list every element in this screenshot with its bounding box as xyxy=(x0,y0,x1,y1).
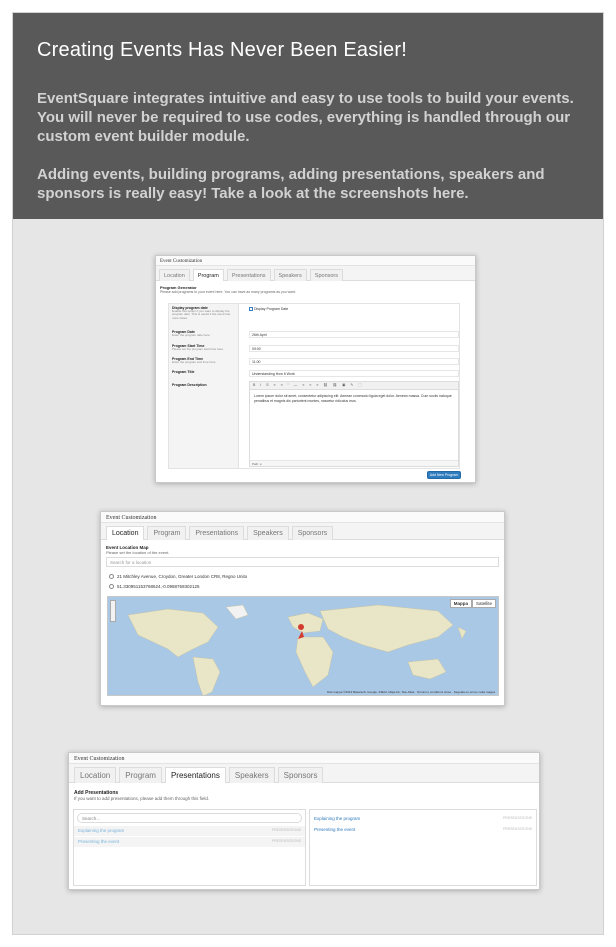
presentations-screenshot: Event Customization Location Program Pre… xyxy=(68,752,540,890)
end-time-input[interactable]: 11:00 xyxy=(249,358,459,365)
world-map-graphic xyxy=(127,604,467,695)
tab-sponsors[interactable]: Sponsors xyxy=(291,526,334,540)
tab-bar: Location Program Presentations Speakers … xyxy=(156,266,475,281)
tab-speakers[interactable]: Speakers xyxy=(228,767,275,783)
map-type-satellite-button[interactable]: Satellite xyxy=(471,599,496,608)
display-date-checkbox[interactable]: Display Program Date xyxy=(249,307,288,312)
tab-sponsors[interactable]: Sponsors xyxy=(309,269,344,281)
radio-icon[interactable] xyxy=(109,584,114,590)
page-title: Creating Events Has Never Been Easier! xyxy=(37,39,407,61)
tab-program[interactable]: Program xyxy=(147,526,187,540)
tab-presentations[interactable]: Presentations xyxy=(226,269,271,281)
radio-icon[interactable] xyxy=(109,574,114,580)
editor-content[interactable]: Lorem ipsum dolor sit amet, consectetur … xyxy=(250,390,458,407)
location-option-coordinates[interactable]: 51.33095115376862​4,-0.0988769302125 xyxy=(109,584,200,590)
checkbox-icon[interactable] xyxy=(249,307,253,312)
map-type-map-button[interactable]: Mappa xyxy=(449,599,472,608)
program-date-row: Program Date Enter the program date here… xyxy=(172,330,211,337)
tab-speakers[interactable]: Speakers xyxy=(273,269,307,281)
list-item[interactable]: Explaining the program PRESENTATIONS xyxy=(74,826,305,836)
display-date-row: Display program date Enable this option … xyxy=(172,306,236,320)
tab-bar: Location Program Presentations Speakers … xyxy=(101,523,504,540)
list-item[interactable]: Presenting the event PRESENTATIONS xyxy=(310,825,536,835)
tab-presentations[interactable]: Presentations xyxy=(164,767,226,783)
presentation-search-input[interactable]: Search... xyxy=(77,813,302,823)
panel-title: Event Customization xyxy=(101,512,504,523)
list-item[interactable]: Explaining the program PRESENTATIONS xyxy=(310,814,536,824)
tab-bar: Location Program Presentations Speakers … xyxy=(69,764,539,783)
section-description: Please add programs to your event here. … xyxy=(160,290,296,294)
map-zoom-control[interactable] xyxy=(110,600,116,622)
tab-presentations[interactable]: Presentations xyxy=(189,526,245,540)
program-screenshot: Event Customization Location Program Pre… xyxy=(155,255,476,483)
tab-sponsors[interactable]: Sponsors xyxy=(277,767,324,783)
section-description: Please set the location of the event. xyxy=(106,550,170,555)
add-new-program-button[interactable]: Add New Program xyxy=(427,471,461,479)
tab-location[interactable]: Location xyxy=(159,269,190,281)
start-time-row: Program Start Time Please set the progra… xyxy=(172,344,224,351)
location-map[interactable]: Mappa Satellite Dati mappa ©2013 Basarso… xyxy=(107,596,499,696)
map-attribution: Dati mappa ©2013 Basarsoft, Google, INEG… xyxy=(327,690,495,694)
features-paragraph: Adding events, building programs, adding… xyxy=(37,166,545,202)
program-description-row: Program Description xyxy=(172,383,207,387)
editor-path: Path: p xyxy=(250,460,458,466)
selected-presentations-list: Explaining the program PRESENTATIONS Pre… xyxy=(309,809,537,886)
tab-location[interactable]: Location xyxy=(106,526,145,540)
tab-program[interactable]: Program xyxy=(192,269,224,281)
program-title-row: Program Title xyxy=(172,370,195,374)
panel-title: Event Customization xyxy=(69,753,539,764)
program-form: Display program date Enable this option … xyxy=(168,303,460,469)
end-time-row: Program End Time Enter the program end t… xyxy=(172,357,217,364)
editor-toolbar[interactable]: B I S ≡ ≡ “ — ≡ ≡ ≡ ⛓ ⛓ ▣ ✎ ⬚ xyxy=(250,382,458,390)
program-title-input[interactable]: Understanding How It Work xyxy=(249,370,459,377)
tab-speakers[interactable]: Speakers xyxy=(247,526,289,540)
intro-paragraph: EventSquare integrates intuitive and eas… xyxy=(37,90,574,145)
location-option-address[interactable]: 21 Mitchley Avenue, Croydon, Greater Lon… xyxy=(109,574,247,580)
description-editor[interactable]: B I S ≡ ≡ “ — ≡ ≡ ≡ ⛓ ⛓ ▣ ✎ ⬚ Lorem ipsu… xyxy=(249,381,459,467)
list-item[interactable]: Presenting the event PRESENTATIONS xyxy=(74,837,305,847)
available-presentations-list: Search... Explaining the program PRESENT… xyxy=(73,809,306,886)
page-frame: Creating Events Has Never Been Easier! E… xyxy=(12,12,604,935)
start-time-input[interactable]: 09:00 xyxy=(249,345,459,352)
display-date-hint: Enable this option if you want to displa… xyxy=(172,309,231,320)
panel-title: Event Customization xyxy=(156,256,475,266)
map-marker xyxy=(298,624,304,630)
section-description: If you want to add presentations, please… xyxy=(74,796,210,801)
map-type-switch: Mappa Satellite xyxy=(449,599,496,608)
header-banner: Creating Events Has Never Been Easier! E… xyxy=(13,13,603,219)
location-screenshot: Event Customization Location Program Pre… xyxy=(100,511,505,706)
program-date-input[interactable]: 26th April xyxy=(249,331,459,338)
location-search-input[interactable]: Search for a location xyxy=(106,557,499,567)
tab-location[interactable]: Location xyxy=(74,767,117,783)
tab-program[interactable]: Program xyxy=(119,767,162,783)
